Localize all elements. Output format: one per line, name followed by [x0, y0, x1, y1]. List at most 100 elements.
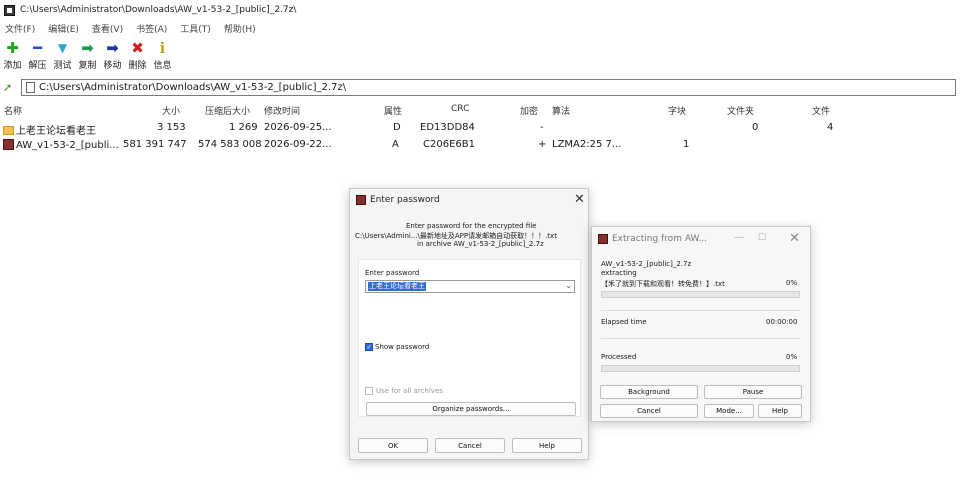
toolbar: ✚ 添加 ━ 解压 ▼ 测试 ➡ 复制 ➡ 移动 ✖ 删除 ℹ 信息 [0, 40, 175, 74]
row-files: 4 [827, 122, 834, 133]
menu-tools[interactable]: 工具(T) [180, 22, 211, 36]
column-folders[interactable]: 文件夹 [727, 104, 754, 117]
elapsed-value: 00:00:00 [766, 318, 798, 326]
password-dialog-titlebar: Enter password [356, 195, 440, 205]
divider [601, 338, 800, 339]
processed-label: Processed [601, 353, 637, 361]
password-dialog: Enter password ✕ Enter password for the … [349, 188, 589, 460]
copy-button[interactable]: ➡ 复制 [75, 40, 100, 74]
ok-button[interactable]: OK [358, 438, 428, 453]
extract-dialog-title: Extracting from AW... [612, 234, 707, 244]
menu-bookmarks[interactable]: 书签(A) [136, 22, 167, 36]
row-name-cell: AW_v1-53-2_[publi... [3, 139, 119, 152]
organize-passwords-button[interactable]: Organize passwords... [366, 402, 576, 416]
total-progress-bar [601, 365, 800, 372]
close-icon[interactable]: ✕ [789, 232, 800, 245]
file-percent: 0% [786, 279, 798, 287]
row-encrypted: + [538, 139, 547, 150]
column-modified[interactable]: 修改时间 [264, 104, 300, 117]
add-icon: ✚ [6, 39, 19, 57]
column-files[interactable]: 文件 [812, 104, 830, 117]
cancel-button[interactable]: Cancel [600, 404, 698, 418]
title-bar: C:\Users\Administrator\Downloads\AW_v1-5… [0, 0, 960, 20]
processed-percent: 0% [786, 353, 798, 361]
help-button[interactable]: Help [512, 438, 582, 453]
delete-icon: ✖ [131, 39, 144, 57]
extract-button[interactable]: ━ 解压 [25, 40, 50, 74]
copy-icon: ➡ [81, 39, 94, 57]
password-panel: Enter password 上老王论坛看老王 ⌄ ✓ Show passwor… [358, 259, 581, 417]
column-block[interactable]: 字块 [668, 104, 686, 117]
move-button[interactable]: ➡ 移动 [100, 40, 125, 74]
move-icon: ➡ [106, 39, 119, 57]
password-dialog-title: Enter password [370, 195, 440, 205]
up-folder-icon[interactable]: ➚ [3, 82, 13, 94]
extract-file-name: 【禾了就到下载和观看！转免费！】.txt [601, 280, 725, 288]
column-packed-size[interactable]: 压缩后大小 [205, 104, 250, 117]
minimize-icon[interactable]: — [734, 232, 744, 243]
delete-button[interactable]: ✖ 删除 [125, 40, 150, 74]
archive-icon [3, 139, 14, 150]
row-packed: 1 269 [229, 122, 258, 133]
password-msg-1: Enter password for the encrypted file [406, 222, 537, 230]
use-all-label: Use for all archives [376, 387, 443, 395]
extract-icon: ━ [32, 39, 43, 57]
row-attr: A [392, 139, 399, 150]
password-input[interactable]: 上老王论坛看老王 ⌄ [365, 280, 575, 293]
cancel-button[interactable]: Cancel [435, 438, 505, 453]
checkbox-checked-icon: ✓ [365, 343, 373, 351]
archive-icon [598, 234, 608, 244]
test-icon: ▼ [57, 41, 68, 55]
test-button[interactable]: ▼ 测试 [50, 40, 75, 74]
row-block: 1 [683, 139, 690, 150]
extract-status: extracting [601, 269, 637, 277]
column-encrypted[interactable]: 加密 [520, 104, 538, 117]
use-all-archives-checkbox[interactable]: Use for all archives [365, 387, 443, 395]
divider [601, 310, 800, 311]
row-size: 3 153 [157, 122, 186, 133]
row-method: LZMA2:25 7... [552, 139, 622, 150]
row-name-cell: 上老王论坛看老王 [3, 122, 96, 137]
password-field-label: Enter password [365, 269, 420, 277]
archive-icon [356, 195, 366, 205]
help-button[interactable]: Help [758, 404, 802, 418]
row-crc: C206E6B1 [423, 139, 475, 150]
show-password-checkbox[interactable]: ✓ Show password [365, 343, 429, 351]
column-name[interactable]: 名称 [4, 104, 22, 117]
window-title: C:\Users\Administrator\Downloads\AW_v1-5… [20, 5, 297, 15]
column-size[interactable]: 大小 [162, 104, 180, 117]
row-attr: D [393, 122, 401, 133]
add-button[interactable]: ✚ 添加 [0, 40, 25, 74]
address-field[interactable]: C:\Users\Administrator\Downloads\AW_v1-5… [21, 79, 956, 96]
mode-button[interactable]: Mode... [704, 404, 754, 418]
folder-icon [3, 126, 14, 135]
background-button[interactable]: Background [600, 385, 698, 399]
password-msg-3: in archive AW_v1-53-2_[public]_2.7z [417, 240, 544, 248]
extract-dialog: Extracting from AW... — ☐ ✕ AW_v1-53-2_[… [591, 226, 811, 422]
row-encrypted: - [540, 122, 544, 133]
menu-help[interactable]: 帮助(H) [224, 22, 256, 36]
info-icon: ℹ [159, 39, 166, 57]
menu-edit[interactable]: 编辑(E) [48, 22, 79, 36]
path-icon [26, 82, 35, 93]
maximize-icon[interactable]: ☐ [758, 233, 766, 243]
chevron-down-icon[interactable]: ⌄ [565, 281, 572, 290]
column-crc[interactable]: CRC [451, 104, 469, 116]
menu-bar: 文件(F) 编辑(E) 查看(V) 书签(A) 工具(T) 帮助(H) [0, 22, 264, 36]
checkbox-unchecked-icon [365, 387, 373, 395]
row-folders: 0 [752, 122, 759, 133]
info-button[interactable]: ℹ 信息 [150, 40, 175, 74]
address-text: C:\Users\Administrator\Downloads\AW_v1-5… [39, 82, 347, 93]
pause-button[interactable]: Pause [704, 385, 802, 399]
show-password-label: Show password [375, 343, 430, 351]
column-attributes[interactable]: 属性 [384, 104, 402, 117]
menu-file[interactable]: 文件(F) [5, 22, 35, 36]
menu-view[interactable]: 查看(V) [92, 22, 123, 36]
column-method[interactable]: 算法 [552, 104, 570, 117]
elapsed-label: Elapsed time [601, 318, 647, 326]
password-value: 上老王论坛看老王 [368, 282, 426, 291]
row-crc: ED13DD84 [420, 122, 475, 133]
extract-archive-name: AW_v1-53-2_[public]_2.7z [601, 260, 692, 268]
close-icon[interactable]: ✕ [574, 193, 585, 206]
file-progress-bar [601, 291, 800, 298]
